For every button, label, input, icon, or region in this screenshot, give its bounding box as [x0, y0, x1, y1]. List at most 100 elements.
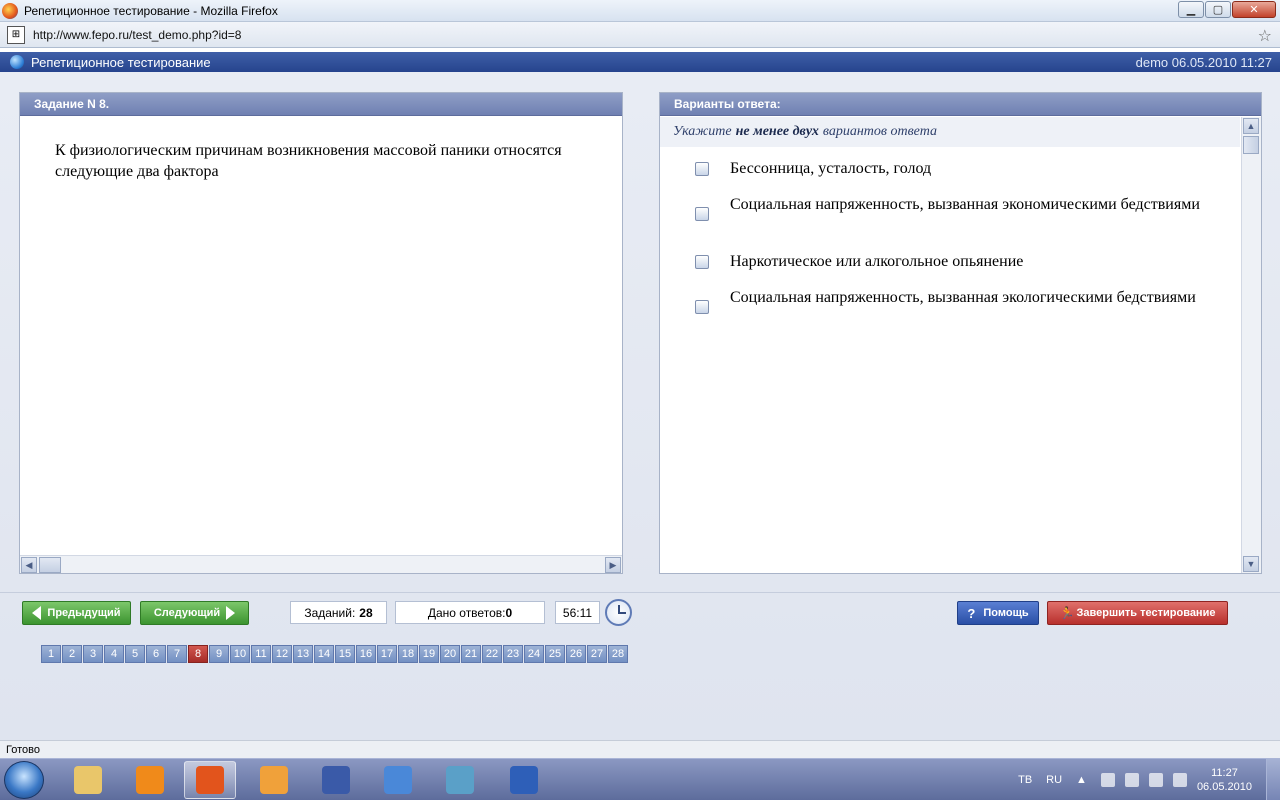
- lang-indicator-tv[interactable]: ТВ: [1018, 774, 1032, 786]
- taskbar-explorer[interactable]: [62, 761, 114, 799]
- answered-count: 0: [505, 605, 513, 620]
- page-8[interactable]: 8: [188, 645, 208, 663]
- taskbar-itunes[interactable]: [372, 761, 424, 799]
- url-field[interactable]: http://www.fepo.ru/test_demo.php?id=8: [33, 28, 241, 42]
- answers-hint: Укажите не менее двух вариантов ответа: [660, 117, 1240, 147]
- taskbar-word[interactable]: [498, 761, 550, 799]
- page-6[interactable]: 6: [146, 645, 166, 663]
- minimize-button[interactable]: ▁: [1178, 1, 1204, 18]
- page-16[interactable]: 16: [356, 645, 376, 663]
- page-26[interactable]: 26: [566, 645, 586, 663]
- help-icon: ?: [967, 605, 976, 621]
- hint-suffix: вариантов ответа: [822, 124, 937, 139]
- checkbox[interactable]: [695, 207, 709, 221]
- page-27[interactable]: 27: [587, 645, 607, 663]
- finish-label: Завершить тестирование: [1076, 607, 1216, 619]
- taskbar-firefox[interactable]: [184, 761, 236, 799]
- taskbar-media-player[interactable]: [248, 761, 300, 799]
- media-player-icon: [260, 766, 288, 794]
- answer-label: Наркотическое или алкогольное опьянение: [730, 253, 1024, 270]
- page-20[interactable]: 20: [440, 645, 460, 663]
- tray-clock[interactable]: 11:27 06.05.2010: [1197, 766, 1252, 794]
- tray-time: 11:27: [1211, 767, 1238, 779]
- page-19[interactable]: 19: [419, 645, 439, 663]
- page-18[interactable]: 18: [398, 645, 418, 663]
- start-button-icon[interactable]: [4, 761, 44, 799]
- page-23[interactable]: 23: [503, 645, 523, 663]
- finish-test-button[interactable]: 🏃 Завершить тестирование: [1047, 601, 1228, 625]
- page-22[interactable]: 22: [482, 645, 502, 663]
- page-10[interactable]: 10: [230, 645, 250, 663]
- page-15[interactable]: 15: [335, 645, 355, 663]
- tasks-count: 28: [359, 605, 373, 620]
- taskbar-save[interactable]: [310, 761, 362, 799]
- arrow-right-icon: [226, 606, 236, 620]
- checkbox[interactable]: [695, 300, 709, 314]
- volume-icon[interactable]: [1172, 773, 1187, 787]
- answered-count-box: Дано ответов: 0: [395, 601, 545, 624]
- checkbox[interactable]: [695, 162, 709, 176]
- window-controls: ▁ ▢ ✕: [1178, 1, 1276, 18]
- timer: 56:11: [555, 601, 600, 624]
- answered-label: Дано ответов:: [427, 605, 506, 620]
- page-7[interactable]: 7: [167, 645, 187, 663]
- next-button[interactable]: Следующий: [140, 601, 249, 625]
- explorer-icon: [74, 766, 102, 794]
- hint-bold: не менее двух: [735, 124, 819, 139]
- hint-prefix: Укажите: [673, 124, 732, 139]
- answer-option-2[interactable]: Социальная напряженность, вызванная экон…: [695, 194, 1210, 221]
- vertical-scrollbar[interactable]: ▲ ▼: [1241, 117, 1261, 573]
- bookmark-star-icon[interactable]: ☆: [1258, 26, 1272, 46]
- next-label: Следующий: [153, 607, 221, 619]
- page-24[interactable]: 24: [524, 645, 544, 663]
- page-12[interactable]: 12: [272, 645, 292, 663]
- answer-option-4[interactable]: Социальная напряженность, вызванная экол…: [695, 287, 1210, 314]
- page-21[interactable]: 21: [461, 645, 481, 663]
- scroll-thumb[interactable]: [1243, 136, 1259, 154]
- lang-indicator-ru[interactable]: RU: [1046, 774, 1062, 786]
- scroll-down-icon[interactable]: ▼: [1243, 556, 1259, 572]
- app-title: Репетиционное тестирование: [31, 54, 211, 70]
- answer-option-3[interactable]: Наркотическое или алкогольное опьянение: [695, 251, 1210, 272]
- page-13[interactable]: 13: [293, 645, 313, 663]
- status-bar: Готово: [0, 740, 1280, 758]
- prev-button[interactable]: Предыдущий: [22, 601, 131, 625]
- task-header: Задание N 8.: [20, 93, 622, 116]
- prev-label: Предыдущий: [47, 607, 121, 619]
- taskbar-vlc[interactable]: [124, 761, 176, 799]
- help-button[interactable]: ? Помощь: [957, 601, 1039, 625]
- page-2[interactable]: 2: [62, 645, 82, 663]
- page-17[interactable]: 17: [377, 645, 397, 663]
- maximize-button[interactable]: ▢: [1205, 1, 1231, 18]
- device-icon[interactable]: [1148, 773, 1163, 787]
- page-9[interactable]: 9: [209, 645, 229, 663]
- page-4[interactable]: 4: [104, 645, 124, 663]
- scroll-right-icon[interactable]: ▶: [605, 557, 621, 573]
- scroll-up-icon[interactable]: ▲: [1243, 118, 1259, 134]
- answer-option-1[interactable]: Бессонница, усталость, голод: [695, 158, 1210, 179]
- globe-icon: [10, 55, 24, 69]
- task-panel: Задание N 8. К физиологическим причинам …: [19, 92, 623, 574]
- task-text: К физиологическим причинам возникновения…: [55, 142, 562, 180]
- scroll-left-icon[interactable]: ◀: [21, 557, 37, 573]
- page-11[interactable]: 11: [251, 645, 271, 663]
- status-text: Готово: [6, 743, 40, 756]
- page-3[interactable]: 3: [83, 645, 103, 663]
- network-icon[interactable]: [1100, 773, 1115, 787]
- page-1[interactable]: 1: [41, 645, 61, 663]
- tray-expand-icon[interactable]: ▲: [1076, 774, 1087, 786]
- page-28[interactable]: 28: [608, 645, 628, 663]
- test-area: Задание N 8. К физиологическим причинам …: [0, 72, 1280, 740]
- scroll-thumb[interactable]: [39, 557, 61, 573]
- firefox-icon: [2, 2, 18, 19]
- checkbox[interactable]: [695, 255, 709, 269]
- show-desktop-button[interactable]: [1266, 759, 1280, 800]
- save-icon: [322, 766, 350, 794]
- page-14[interactable]: 14: [314, 645, 334, 663]
- flag-icon[interactable]: [1124, 773, 1139, 787]
- taskbar-photo-viewer[interactable]: [434, 761, 486, 799]
- close-button[interactable]: ✕: [1232, 1, 1276, 18]
- page-25[interactable]: 25: [545, 645, 565, 663]
- page-5[interactable]: 5: [125, 645, 145, 663]
- horizontal-scrollbar[interactable]: ◀ ▶: [20, 555, 622, 573]
